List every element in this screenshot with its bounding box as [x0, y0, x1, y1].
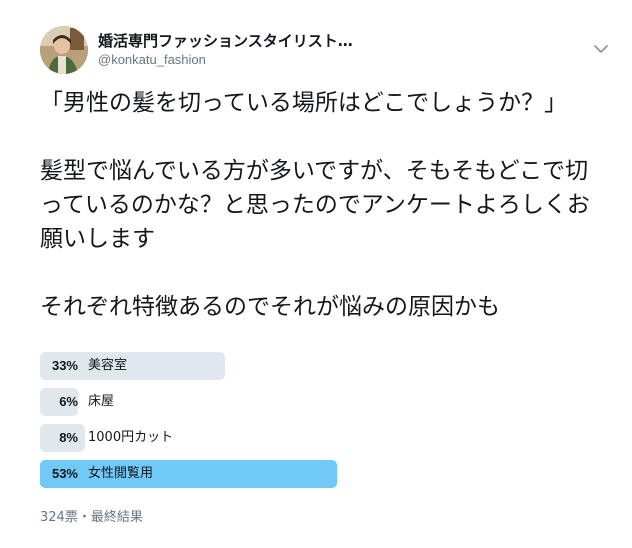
poll-footer: 324票・最終結果 [40, 510, 143, 525]
poll-percent: 53% [51, 466, 78, 481]
poll-percent: 33% [51, 358, 78, 373]
poll-option-label: 美容室 [88, 358, 128, 373]
poll-option[interactable]: 33% 美容室 [40, 352, 600, 380]
poll-percent: 8% [59, 430, 78, 445]
chevron-down-icon[interactable] [592, 40, 610, 58]
avatar-image [40, 26, 88, 74]
poll-option[interactable]: 53% 女性閲覧用 [40, 460, 600, 488]
poll: 33% 美容室 6% 床屋 8% 1000円カット 53% 女性閲覧用 [40, 352, 600, 496]
poll-option-label: 1000円カット [88, 430, 174, 445]
tweet-header: 婚活専門ファッションスタイリスト… @konkatu_fashion [40, 26, 610, 76]
poll-option-label: 女性閲覧用 [88, 466, 154, 481]
poll-option[interactable]: 8% 1000円カット [40, 424, 600, 452]
poll-option[interactable]: 6% 床屋 [40, 388, 600, 416]
poll-percent: 6% [59, 394, 78, 409]
avatar[interactable] [40, 26, 88, 74]
poll-option-label: 床屋 [88, 394, 115, 409]
user-handle[interactable]: @konkatu_fashion [98, 52, 206, 67]
display-name[interactable]: 婚活専門ファッションスタイリスト… [98, 30, 353, 51]
tweet-text: 「男性の髪を切っている場所はどこでしょうか？」 髪型で悩んでいる方が多いですが、… [40, 90, 590, 320]
poll-bar [40, 460, 337, 488]
